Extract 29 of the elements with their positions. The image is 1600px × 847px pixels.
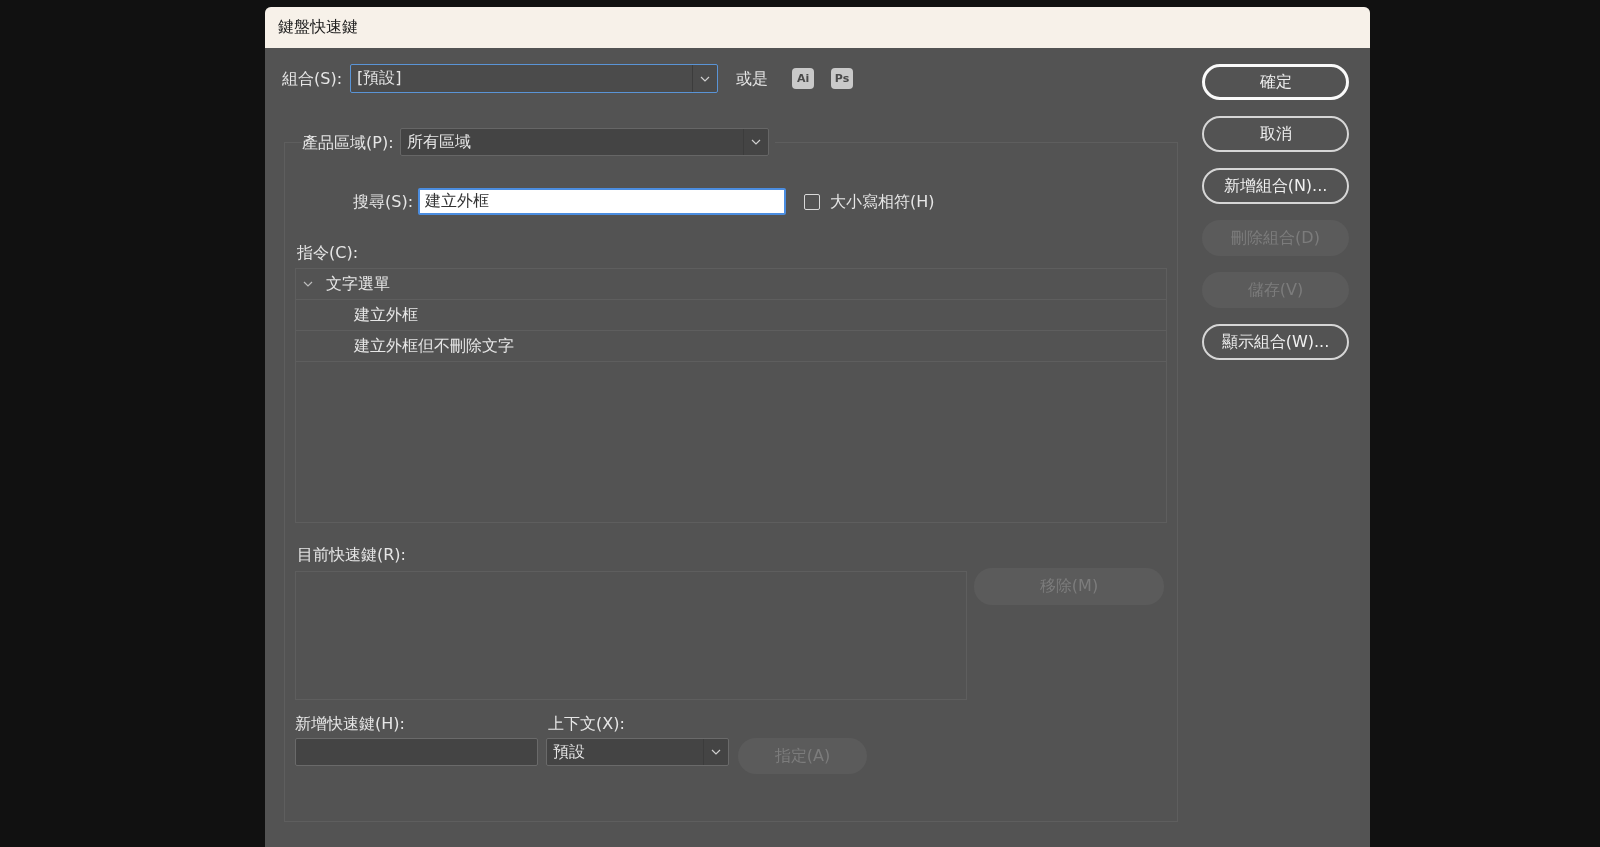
tree-row[interactable]: 文字選單	[296, 269, 1166, 300]
or-label: 或是	[736, 69, 769, 88]
checkbox[interactable]	[804, 193, 821, 210]
app-button[interactable]: Ps	[831, 68, 854, 89]
product-area-label: 產品區域(P):	[302, 132, 394, 152]
search-field[interactable]: 建立外框	[418, 188, 787, 215]
app-button[interactable]: Ai	[792, 68, 815, 89]
set-label: 組合(S):	[282, 69, 343, 88]
current-shortcuts-label: 目前快速鍵(R):	[297, 545, 406, 564]
search-label: 搜尋(S):	[353, 192, 414, 211]
set-dropdown[interactable]: [預設]	[350, 64, 719, 93]
chevron-down-icon	[711, 749, 721, 755]
dialog-button[interactable]: 顯示組合(W)...	[1202, 324, 1349, 360]
commands-label: 指令(C):	[297, 243, 359, 262]
tree-row[interactable]: 建立外框	[296, 300, 1166, 331]
chevron-down-icon	[750, 139, 761, 145]
dialog-button[interactable]: 取消	[1202, 116, 1349, 152]
checkbox-label: 大小寫相符(H)	[830, 192, 935, 211]
shortcut-input[interactable]	[295, 738, 538, 766]
dialog-button[interactable]: 新增組合(N)...	[1202, 168, 1349, 204]
product-area-dropdown[interactable]: 所有區域	[399, 128, 769, 156]
caret-icon[interactable]	[303, 281, 313, 287]
context-label: 上下文(X):	[547, 714, 626, 733]
window-title: 鍵盤快速鍵	[278, 17, 358, 38]
tree-row[interactable]: 建立外框但不刪除文字	[296, 331, 1166, 362]
chevron-down-icon	[700, 75, 711, 82]
dialog-button[interactable]: 確定	[1202, 64, 1349, 100]
context-dropdown[interactable]: 預設	[546, 738, 729, 766]
new-shortcut-label: 新增快速鍵(H):	[295, 714, 406, 733]
